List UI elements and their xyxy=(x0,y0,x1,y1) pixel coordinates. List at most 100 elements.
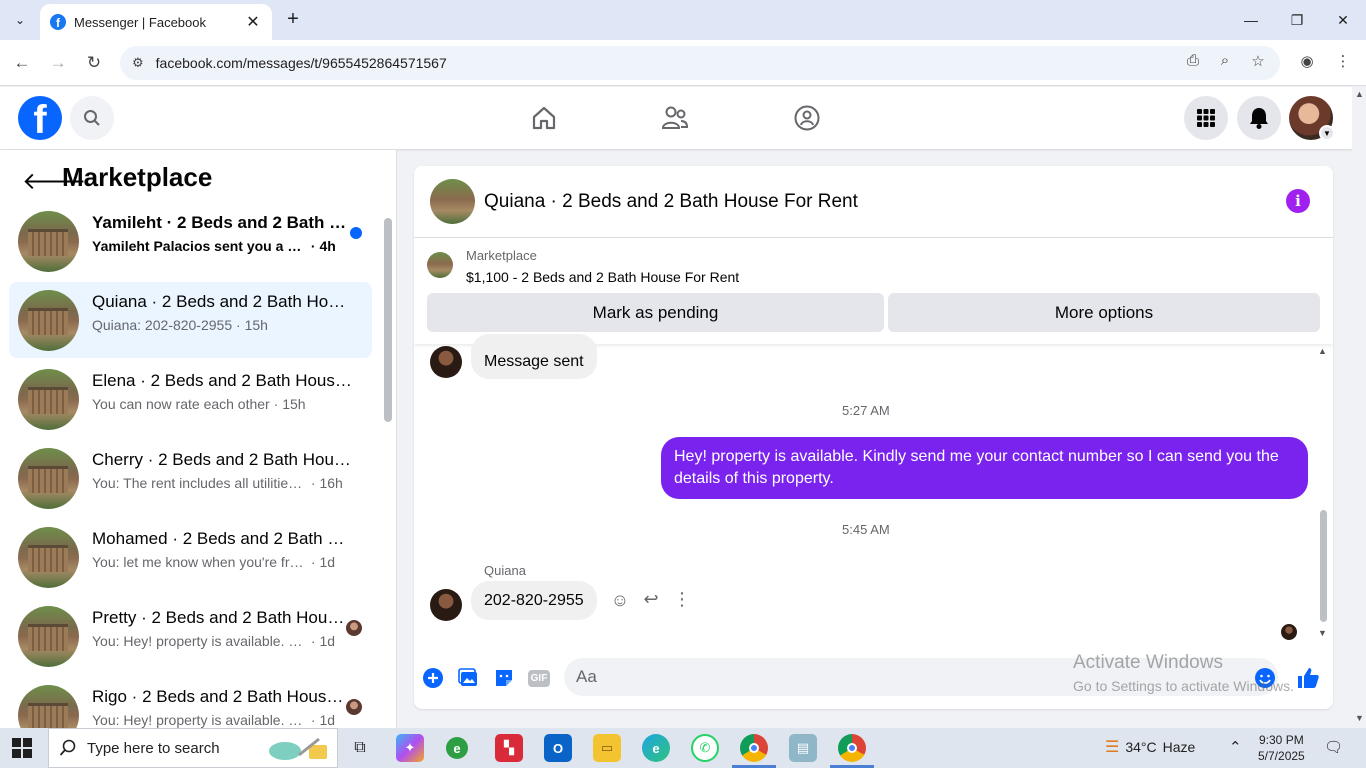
scroll-down-arrow-icon[interactable]: ▼ xyxy=(1318,628,1327,638)
weather-condition: Haze xyxy=(1162,739,1196,755)
new-tab-icon[interactable]: + xyxy=(282,8,304,30)
browser-profile-icon[interactable]: ◉ xyxy=(1296,52,1318,70)
minimize-icon[interactable]: — xyxy=(1228,0,1274,40)
message-bubble-incoming[interactable]: Message sent xyxy=(471,334,597,379)
conversation-time: 1d xyxy=(319,554,336,570)
groups-icon[interactable] xyxy=(790,101,824,135)
mark-as-pending-button[interactable]: Mark as pending xyxy=(427,293,884,332)
page-scrollbar[interactable]: ▲ ▼ xyxy=(1352,87,1366,728)
message-bubble-incoming[interactable]: 202-820-2955 xyxy=(471,581,597,620)
site-settings-icon[interactable]: ⚙ xyxy=(132,55,144,71)
browser-menu-icon[interactable]: ⋮ xyxy=(1332,52,1354,70)
page-scroll-down-icon[interactable]: ▼ xyxy=(1355,713,1364,723)
marketplace-sidebar: 🡐 Marketplace Yamileht · 2 Beds and 2 Ba… xyxy=(0,150,397,728)
windows-start-icon[interactable] xyxy=(12,738,32,758)
restore-icon[interactable]: ❐ xyxy=(1274,0,1320,40)
chrome-active-icon[interactable] xyxy=(838,734,866,762)
conversation-item[interactable]: Elena · 2 Beds and 2 Bath House For Rent… xyxy=(9,361,372,437)
listing-thumbnail xyxy=(18,448,79,509)
show-hidden-icons-chevron-icon[interactable]: ⌃ xyxy=(1229,738,1242,756)
back-arrow-icon[interactable]: ← xyxy=(9,50,35,76)
edge-icon[interactable]: e xyxy=(642,734,670,762)
attach-photo-icon[interactable] xyxy=(457,666,481,690)
conversation-info-icon[interactable]: i xyxy=(1286,189,1310,213)
system-clock[interactable]: 9:30 PM 5/7/2025 xyxy=(1258,732,1305,764)
conversation-preview: You: Hey! property is available. Ki... xyxy=(92,712,307,728)
scroll-up-arrow-icon[interactable]: ▲ xyxy=(1318,346,1327,356)
temperature: 34°C xyxy=(1125,739,1157,755)
listing-title[interactable]: $1,100 - 2 Beds and 2 Bath House For Ren… xyxy=(466,269,739,285)
facebook-search-icon[interactable] xyxy=(70,96,114,140)
facebook-logo-icon[interactable]: f xyxy=(18,96,62,140)
listing-thumbnail xyxy=(18,290,79,351)
friends-icon[interactable] xyxy=(658,101,692,135)
taskbar-search-box[interactable]: Type here to search xyxy=(48,728,338,768)
chrome-icon[interactable] xyxy=(740,734,768,762)
conversation-title: Quiana · 2 Beds and 2 Bath House For Ren… xyxy=(92,292,352,311)
sender-avatar[interactable] xyxy=(430,589,462,621)
outlook-icon[interactable]: O xyxy=(544,734,572,762)
taskbar-search-icon xyxy=(59,739,76,756)
close-window-icon[interactable]: ✕ xyxy=(1320,0,1366,40)
conversation-title: Cherry · 2 Beds and 2 Bath House For Ren… xyxy=(92,450,352,469)
more-options-button[interactable]: More options xyxy=(888,293,1320,332)
chat-title[interactable]: Quiana · 2 Beds and 2 Bath House For Ren… xyxy=(484,191,858,213)
emoji-icon[interactable] xyxy=(1253,666,1277,690)
conversation-item[interactable]: Pretty · 2 Beds and 2 Bath House For Ren… xyxy=(9,598,372,674)
file-explorer-icon[interactable]: ▭ xyxy=(593,734,621,762)
seen-receipt-avatar xyxy=(1281,624,1297,640)
conversation-time: 1d xyxy=(319,712,336,728)
sender-avatar[interactable] xyxy=(430,346,462,378)
listing-mini-thumbnail[interactable] xyxy=(427,252,453,278)
chat-listing-thumbnail[interactable] xyxy=(430,179,475,224)
conversation-preview: You: Hey! property is available. Ki... xyxy=(92,633,307,649)
install-app-icon[interactable]: ⎙ xyxy=(1182,52,1204,69)
page-scroll-up-icon[interactable]: ▲ xyxy=(1355,89,1364,99)
browser-tab[interactable]: f Messenger | Facebook ✕ xyxy=(40,4,272,40)
conversation-item[interactable]: Quiana · 2 Beds and 2 Bath House For Ren… xyxy=(9,282,372,358)
notification-center-icon[interactable]: 🗨 xyxy=(1324,738,1343,756)
taskbar-search-placeholder: Type here to search xyxy=(87,739,220,757)
conversation-title: Rigo · 2 Beds and 2 Bath House For Rent xyxy=(92,687,352,706)
facebook-favicon-icon: f xyxy=(50,14,66,30)
notepad-icon[interactable]: ▤ xyxy=(789,734,817,762)
sidebar-scroll-thumb[interactable] xyxy=(384,218,392,422)
gif-icon[interactable]: GIF xyxy=(527,666,551,690)
more-plus-icon[interactable] xyxy=(421,666,445,690)
message-bubble-outgoing[interactable]: Hey! property is available. Kindly send … xyxy=(661,437,1308,499)
message-input[interactable] xyxy=(564,658,1278,696)
listing-thumbnail xyxy=(18,606,79,667)
seen-avatar xyxy=(346,699,362,715)
conversation-item[interactable]: Cherry · 2 Beds and 2 Bath House For Ren… xyxy=(9,440,372,516)
more-actions-icon[interactable]: ⋮ xyxy=(671,589,693,610)
reload-icon[interactable]: ↻ xyxy=(81,50,107,76)
conversation-item[interactable]: Yamileht · 2 Beds and 2 Bath House For R… xyxy=(9,203,372,279)
forward-arrow-icon[interactable]: → xyxy=(45,50,71,76)
conversation-item[interactable]: Mohamed · 2 Beds and 2 Bath House For Re… xyxy=(9,519,372,595)
whatsapp-icon[interactable]: ✆ xyxy=(691,734,719,762)
account-chevron-down-icon[interactable]: ▼ xyxy=(1319,125,1335,141)
bookmark-star-icon[interactable]: ☆ xyxy=(1247,52,1269,70)
weather-widget[interactable]: ☰ 34°C Haze xyxy=(1105,737,1195,757)
message-composer: GIF xyxy=(414,646,1333,709)
messages-scroll-thumb[interactable] xyxy=(1320,510,1327,622)
conversation-item[interactable]: Rigo · 2 Beds and 2 Bath House For Rent … xyxy=(9,677,372,728)
copilot-icon[interactable]: ✦ xyxy=(396,734,424,762)
tab-close-icon[interactable]: ✕ xyxy=(244,12,262,32)
messages-scrollbar[interactable]: ▲ ▼ xyxy=(1318,344,1328,644)
mendeley-icon[interactable]: ▚ xyxy=(495,734,523,762)
sidebar-scrollbar[interactable] xyxy=(384,204,392,724)
home-icon[interactable] xyxy=(527,101,561,135)
listing-thumbnail xyxy=(18,211,79,272)
url-omnibox[interactable]: ⚙ facebook.com/messages/t/96554528645715… xyxy=(120,46,1280,80)
zoom-icon[interactable]: ⌕ xyxy=(1214,52,1236,69)
reply-icon[interactable]: ↩ xyxy=(640,589,662,610)
notifications-bell-icon[interactable] xyxy=(1237,96,1281,140)
menu-grid-icon[interactable] xyxy=(1184,96,1228,140)
tab-search-icon[interactable]: ⌄ xyxy=(6,6,34,34)
sticker-icon[interactable] xyxy=(492,666,516,690)
thumbs-up-icon[interactable] xyxy=(1296,666,1320,690)
evernote-icon[interactable]: e xyxy=(446,737,468,759)
react-emoji-icon[interactable]: ☺ xyxy=(609,590,631,611)
task-view-icon[interactable]: ⧉ xyxy=(346,734,374,762)
